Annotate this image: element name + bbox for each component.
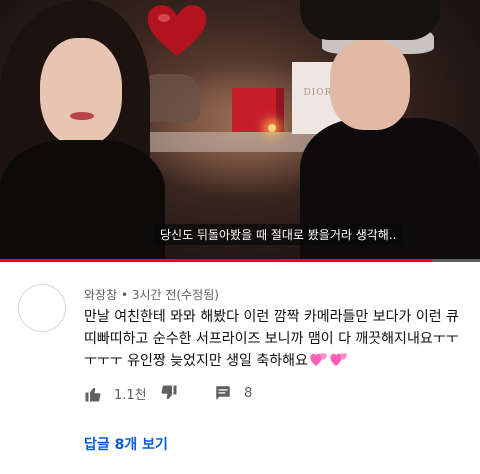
woman-lips: [70, 112, 94, 120]
dislike-action: [160, 384, 178, 402]
man-cap: [300, 0, 440, 40]
thumbs-up-icon[interactable]: [84, 385, 102, 403]
comment-icon[interactable]: [214, 384, 232, 402]
meta-separator: •: [120, 288, 129, 302]
candle-light: [268, 124, 276, 132]
comment-text-block: 만날 여친한테 뫄뫄 해봤다 이런 깜짝 카메라들만 보다가 이런 큐띠빠띠하고…: [84, 306, 464, 372]
red-gift-box: [232, 88, 284, 132]
comment-meta: 와장창 • 3시간 전(수정됨): [84, 286, 219, 303]
comment-text: 만날 여친한테 뫄뫄 해봤다 이런 깜짝 카메라들만 보다가 이런 큐띠빠띠하고…: [84, 309, 459, 369]
comment-time: 3시간 전(수정됨): [131, 288, 219, 302]
like-count: 1.1천: [114, 388, 147, 403]
reply-action: 8: [214, 384, 252, 402]
man-face: [330, 40, 410, 130]
woman-face: [40, 38, 122, 146]
woman-body: [0, 140, 165, 262]
view-replies-link[interactable]: 답글 8개 보기: [84, 434, 168, 454]
video-subtitle: 당신도 뒤돌아봤을 때 절대로 봤을거라 생각해..: [154, 224, 403, 245]
comment-author[interactable]: 와장창: [84, 288, 117, 302]
video-player[interactable]: DIOR 당신도 뒤돌아봤을 때 절대로 봤을거라 생각해..: [0, 0, 480, 262]
two-hearts-icon-2: [330, 353, 347, 366]
thumbs-down-icon[interactable]: [160, 384, 178, 402]
two-hearts-icon: [310, 353, 327, 366]
comment-item: 와장창 • 3시간 전(수정됨) 만날 여친한테 뫄뫄 해봤다 이런 깜짝 카메…: [0, 262, 480, 474]
heart-balloon: [147, 5, 207, 57]
avatar[interactable]: [18, 284, 66, 332]
comment-count: 8: [244, 385, 253, 401]
comment-actions: 1.1천 8: [84, 380, 464, 408]
like-action: 1.1천: [84, 384, 147, 403]
